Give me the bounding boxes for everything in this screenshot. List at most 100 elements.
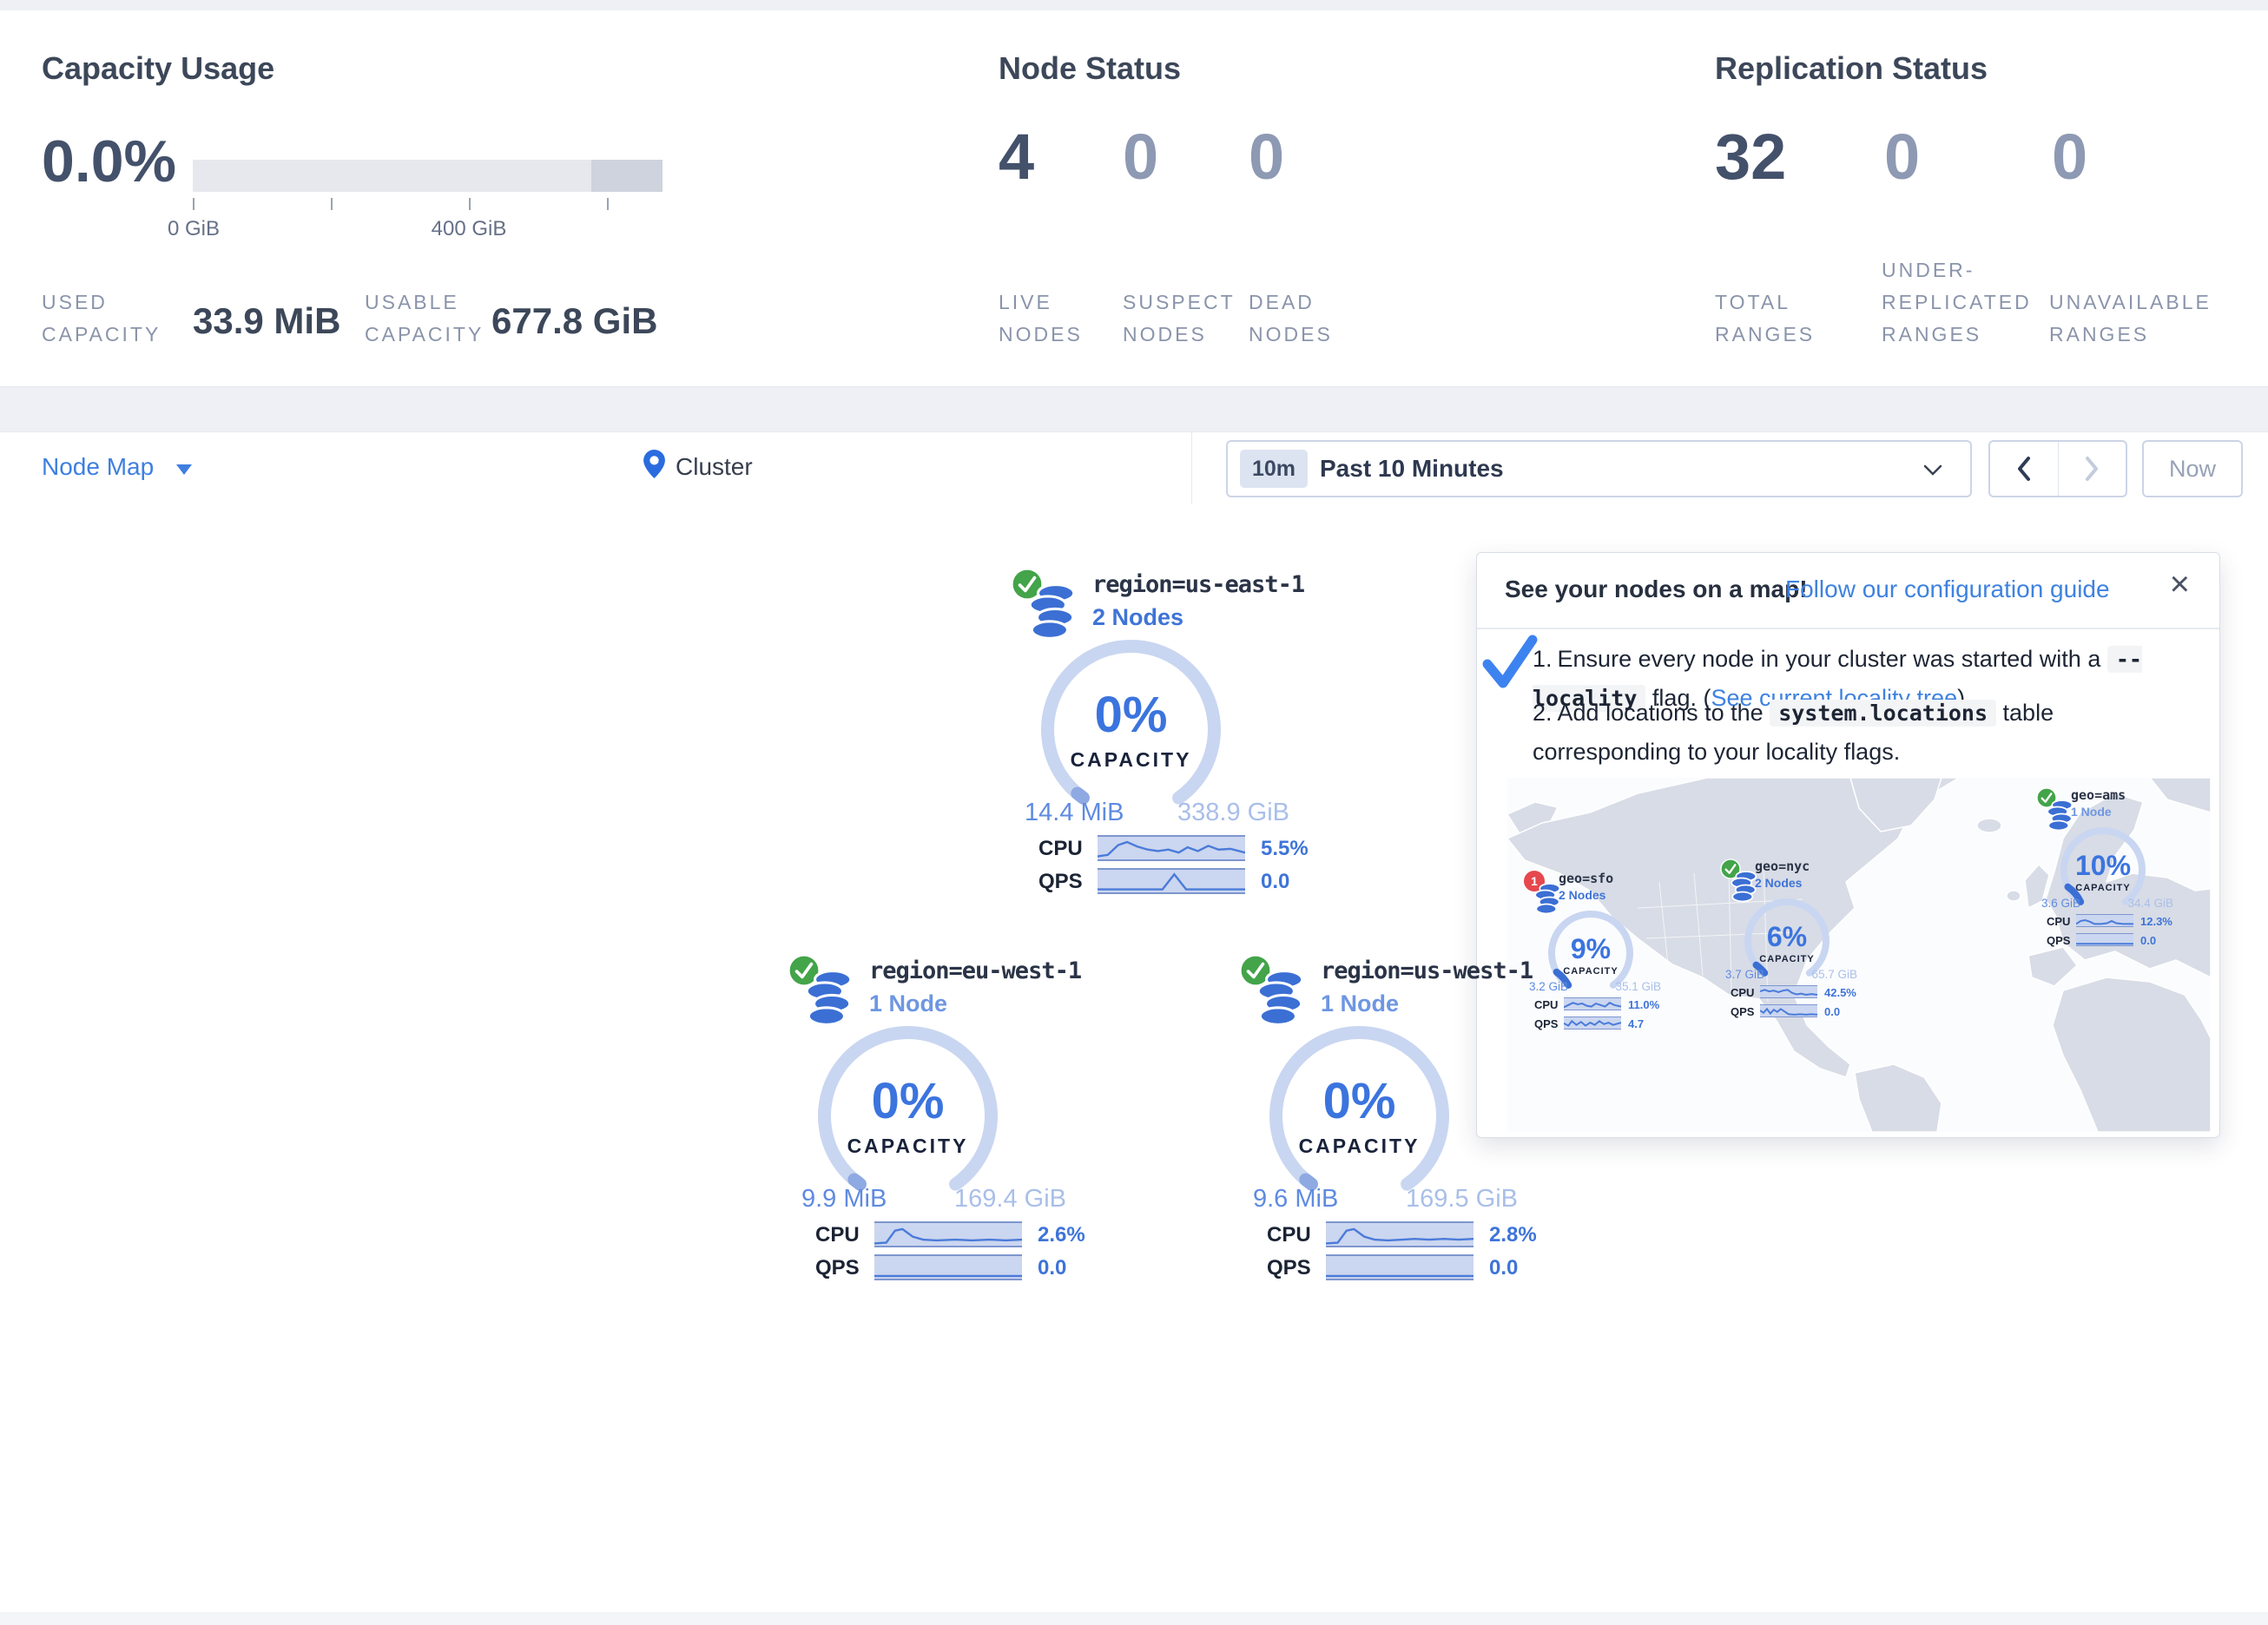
chevron-left-icon bbox=[2020, 458, 2028, 479]
map-toolbar: Node Map Cluster 10m Past 10 Minutes Now bbox=[0, 431, 2268, 505]
cpu-value: 11.0% bbox=[1628, 998, 1659, 1011]
cpu-sparkline bbox=[1760, 985, 1817, 998]
cpu-sparkline bbox=[1564, 997, 1621, 1010]
region-locality-label: region=eu-west-1 bbox=[869, 957, 1081, 984]
region-nodes-link[interactable]: 2 Nodes bbox=[1092, 604, 1183, 631]
capacity-word: CAPACITY bbox=[1741, 954, 1833, 964]
breadcrumb-cluster[interactable]: Cluster bbox=[676, 453, 753, 481]
used-capacity-value: 33.9 MiB bbox=[193, 300, 340, 342]
capacity-percent: 0% bbox=[810, 1072, 1005, 1130]
capacity-bar-nonusable-segment bbox=[591, 160, 663, 192]
geo-nodes-link[interactable]: 1 Node bbox=[2071, 805, 2112, 819]
cpu-label: CPU bbox=[2047, 915, 2070, 928]
region-node-eu-west-1[interactable]: region=eu-west-1 1 Node 0% CAPACITY 9.9 … bbox=[784, 949, 1088, 1292]
configuration-guide-link[interactable]: Follow our configuration guide bbox=[1785, 576, 2110, 603]
close-icon[interactable]: × bbox=[2170, 567, 2190, 602]
nodes-on-map-popup: See your nodes on a map! Follow our conf… bbox=[1476, 552, 2220, 1138]
geo-locality-label: geo=nyc bbox=[1755, 859, 1810, 874]
cpu-sparkline bbox=[1326, 1221, 1474, 1247]
region-node-us-west-1[interactable]: region=us-west-1 1 Node 0% CAPACITY 9.6 … bbox=[1236, 949, 1539, 1292]
under-replicated-count: 0 bbox=[1884, 125, 1920, 189]
qps-value: 4.7 bbox=[1628, 1017, 1644, 1030]
view-selector-node-map[interactable]: Node Map bbox=[42, 453, 154, 481]
geo-nodes-link[interactable]: 2 Nodes bbox=[1755, 876, 1802, 890]
capacity-bar bbox=[193, 160, 663, 192]
geo-node-sfo[interactable]: 1 geo=sfo 2 Nodes 9% CAPACITY 3.2 GiB 35… bbox=[1522, 869, 1665, 1034]
dead-nodes-count: 0 bbox=[1249, 125, 1284, 189]
capacity-word: CAPACITY bbox=[1033, 748, 1229, 772]
capacity-word: CAPACITY bbox=[810, 1135, 1005, 1158]
total-ranges-label: TOTALRANGES bbox=[1715, 286, 1815, 351]
node-map-page: Capacity Usage 0.0% 0 GiB 400 GiB USEDCA… bbox=[0, 0, 2268, 1625]
capacity-word: CAPACITY bbox=[1262, 1135, 1457, 1158]
total-capacity: 35.1 GiB bbox=[1615, 980, 1661, 993]
qps-value: 0.0 bbox=[1489, 1256, 1518, 1280]
capacity-usage-title: Capacity Usage bbox=[42, 50, 274, 87]
qps-sparkline bbox=[1098, 868, 1245, 894]
qps-label: QPS bbox=[2047, 934, 2070, 947]
qps-value: 0.0 bbox=[2140, 934, 2156, 947]
region-locality-label: region=us-east-1 bbox=[1092, 571, 1304, 598]
dead-nodes-label: DEADNODES bbox=[1249, 286, 1333, 351]
capacity-tick bbox=[607, 198, 609, 210]
time-back-button[interactable] bbox=[1990, 442, 2058, 496]
map-pin-icon bbox=[643, 450, 665, 483]
page-bottom-strip bbox=[0, 1612, 2268, 1625]
geo-node-ams[interactable]: geo=ams 1 Node 10% CAPACITY 3.6 GiB 34.4… bbox=[2034, 786, 2178, 951]
total-capacity: 169.5 GiB bbox=[1406, 1185, 1518, 1214]
suspect-nodes-count: 0 bbox=[1123, 125, 1158, 189]
now-button[interactable]: Now bbox=[2142, 440, 2243, 497]
usable-capacity-label: USABLECAPACITY bbox=[365, 286, 484, 351]
total-capacity: 169.4 GiB bbox=[954, 1185, 1066, 1214]
used-capacity: 14.4 MiB bbox=[1025, 799, 1124, 827]
cpu-sparkline bbox=[2076, 914, 2133, 927]
region-nodes-link[interactable]: 1 Node bbox=[869, 990, 947, 1017]
qps-value: 0.0 bbox=[1261, 870, 1289, 894]
capacity-percent: 10% bbox=[2057, 850, 2149, 882]
qps-sparkline bbox=[2076, 933, 2133, 946]
time-range-dropdown[interactable]: 10m Past 10 Minutes bbox=[1226, 440, 1972, 497]
capacity-percent: 0% bbox=[1033, 686, 1229, 744]
qps-label: QPS bbox=[815, 1256, 860, 1280]
geo-node-nyc[interactable]: geo=nyc 2 Nodes 6% CAPACITY 3.7 GiB 65.7… bbox=[1718, 857, 1862, 1022]
capacity-word: CAPACITY bbox=[1545, 966, 1637, 977]
unavailable-ranges-label: UNAVAILABLERANGES bbox=[2049, 286, 2212, 351]
blue-check-icon bbox=[1482, 635, 1538, 694]
unavailable-ranges-count: 0 bbox=[2052, 125, 2087, 189]
cpu-label: CPU bbox=[1731, 986, 1754, 999]
cluster-summary-bar: Capacity Usage 0.0% 0 GiB 400 GiB USEDCA… bbox=[0, 10, 2268, 387]
capacity-percent: 0% bbox=[1262, 1072, 1457, 1130]
qps-label: QPS bbox=[1038, 870, 1083, 894]
qps-label: QPS bbox=[1731, 1005, 1754, 1018]
geo-nodes-link[interactable]: 2 Nodes bbox=[1559, 888, 1605, 902]
suspect-nodes-label: SUSPECTNODES bbox=[1123, 286, 1236, 351]
time-step-buttons bbox=[1988, 440, 2127, 497]
live-nodes-count: 4 bbox=[999, 125, 1034, 189]
region-nodes-link[interactable]: 1 Node bbox=[1321, 990, 1399, 1017]
capacity-percent: 9% bbox=[1545, 933, 1637, 965]
popup-divider bbox=[1477, 628, 2219, 629]
cpu-sparkline bbox=[1098, 835, 1245, 861]
popup-title: See your nodes on a map! bbox=[1505, 576, 1808, 603]
region-locality-label: region=us-west-1 bbox=[1321, 957, 1533, 984]
qps-value: 0.0 bbox=[1824, 1005, 1840, 1018]
chevron-down-icon bbox=[1923, 464, 1942, 480]
qps-sparkline bbox=[1564, 1016, 1621, 1030]
chevron-right-icon bbox=[2087, 458, 2096, 479]
capacity-word: CAPACITY bbox=[2057, 883, 2149, 893]
used-capacity-label: USEDCAPACITY bbox=[42, 286, 161, 351]
time-range-label: Past 10 Minutes bbox=[1320, 442, 1504, 496]
cpu-value: 2.6% bbox=[1038, 1223, 1085, 1247]
used-capacity: 9.6 MiB bbox=[1253, 1185, 1338, 1214]
cpu-label: CPU bbox=[1038, 837, 1083, 861]
cpu-label: CPU bbox=[815, 1223, 860, 1247]
qps-value: 0.0 bbox=[1038, 1256, 1066, 1280]
used-capacity: 3.7 GiB bbox=[1725, 968, 1764, 981]
time-forward-button[interactable] bbox=[2058, 442, 2126, 496]
time-range-badge: 10m bbox=[1240, 450, 1308, 488]
qps-sparkline bbox=[1760, 1004, 1817, 1017]
system-locations-code: system.locations bbox=[1770, 700, 1996, 727]
node-status-title: Node Status bbox=[999, 50, 1181, 87]
region-node-us-east-1[interactable]: region=us-east-1 2 Nodes 0% CAPACITY 14.… bbox=[1007, 562, 1311, 905]
geo-locality-label: geo=sfo bbox=[1559, 871, 1613, 886]
